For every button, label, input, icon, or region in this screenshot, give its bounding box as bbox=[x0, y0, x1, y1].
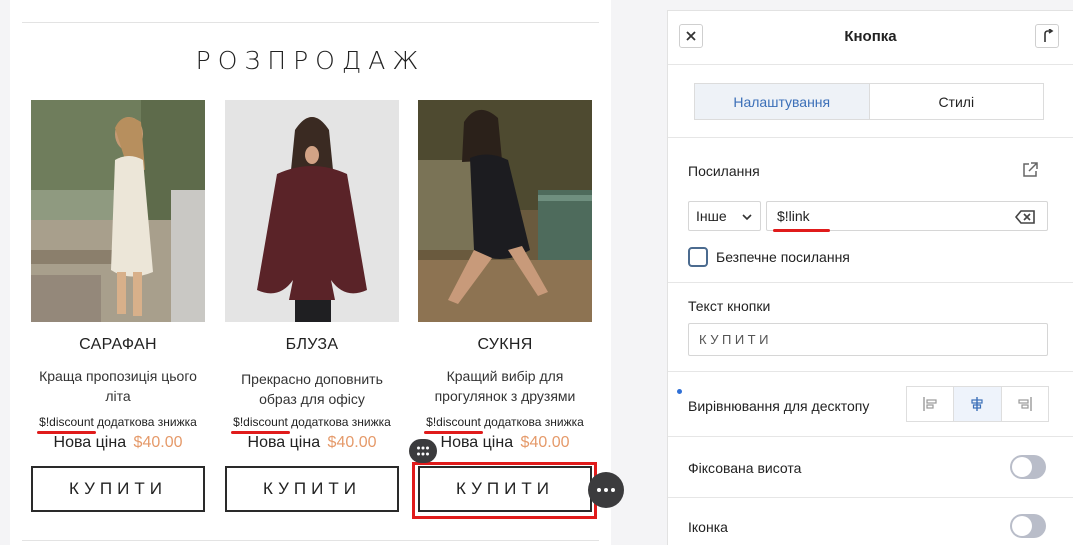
secure-link-label: Безпечне посилання bbox=[716, 249, 850, 265]
buy-button[interactable]: КУПИТИ bbox=[225, 466, 399, 512]
divider bbox=[22, 22, 599, 23]
price-line: Нова ціна $40.00 bbox=[225, 434, 399, 452]
product-photo-sarafan[interactable] bbox=[31, 100, 205, 322]
discount-line: $!discount додаткова знижка bbox=[31, 415, 205, 434]
product-name: СУКНЯ bbox=[477, 336, 533, 353]
price-line: Нова ціна $40.00 bbox=[418, 434, 592, 452]
link-label: Посилання bbox=[688, 163, 760, 179]
tab-settings[interactable]: Налаштування bbox=[695, 84, 870, 119]
drag-grip-icon[interactable] bbox=[409, 439, 437, 463]
description-line: прогулянок з друзями bbox=[434, 388, 576, 404]
button-settings-panel: Кнопка Налаштування Стилі Посилання Інше… bbox=[667, 10, 1073, 545]
product-card-bluza: БЛУЗА Прекрасно доповнить образ для офіс… bbox=[225, 100, 399, 512]
button-text-input[interactable]: КУПИТИ bbox=[688, 323, 1048, 356]
secure-link-checkbox[interactable] bbox=[688, 247, 708, 267]
icon-label: Іконка bbox=[688, 519, 728, 535]
link-value: $!link bbox=[773, 208, 830, 232]
product-description: Кращий вибір для прогулянок з друзями bbox=[418, 366, 592, 406]
description-line: Прекрасно доповнить bbox=[241, 371, 383, 387]
description-line: образ для офісу bbox=[259, 391, 365, 407]
more-icon[interactable] bbox=[588, 472, 624, 508]
external-link-icon[interactable] bbox=[1021, 161, 1039, 184]
discount-variable: $!discount bbox=[424, 415, 483, 434]
link-type-value: Інше bbox=[696, 208, 727, 224]
price-value: $40.00 bbox=[520, 434, 570, 451]
align-left-icon[interactable] bbox=[907, 387, 955, 421]
divider bbox=[668, 282, 1073, 283]
description-line: літа bbox=[105, 388, 131, 404]
product-description: Прекрасно доповнить образ для офісу bbox=[225, 369, 399, 409]
buy-button-selected[interactable]: КУПИТИ bbox=[418, 466, 592, 512]
changed-indicator bbox=[677, 389, 682, 394]
description-line: Кращий вибір для bbox=[446, 368, 564, 384]
section-title: РОЗПРОДАЖ bbox=[195, 46, 426, 75]
backspace-icon[interactable] bbox=[1014, 210, 1035, 227]
alignment-label: Вирівнювання для десктопу bbox=[688, 398, 870, 414]
product-name: БЛУЗА bbox=[285, 336, 339, 353]
product-description: Краща пропозиція цього літа bbox=[31, 366, 205, 406]
discount-text: додаткова знижка bbox=[480, 415, 584, 429]
alignment-buttons bbox=[906, 386, 1049, 422]
discount-variable: $!discount bbox=[37, 415, 96, 434]
icon-toggle[interactable] bbox=[1010, 514, 1046, 538]
price-label: Нова ціна bbox=[440, 434, 514, 451]
fixed-height-label: Фіксована висота bbox=[688, 460, 802, 476]
fixed-height-toggle[interactable] bbox=[1010, 455, 1046, 479]
product-photo-suknya[interactable] bbox=[418, 100, 592, 322]
discount-text: додаткова знижка bbox=[93, 415, 197, 429]
settings-tabs: Налаштування Стилі bbox=[694, 83, 1044, 120]
tab-styles[interactable]: Стилі bbox=[870, 84, 1044, 119]
divider bbox=[22, 540, 599, 541]
product-photo-bluza[interactable] bbox=[225, 100, 399, 322]
panel-title: Кнопка bbox=[844, 28, 897, 45]
button-text-label: Текст кнопки bbox=[688, 298, 771, 314]
discount-text: додаткова знижка bbox=[287, 415, 391, 429]
undock-icon[interactable] bbox=[1035, 24, 1059, 48]
price-value: $40.00 bbox=[133, 434, 183, 451]
divider bbox=[668, 371, 1073, 372]
product-card-sarafan: САРАФАН Краща пропозиція цього літа $!di… bbox=[31, 100, 205, 512]
product-card-suknya: СУКНЯ Кращий вибір для прогулянок з друз… bbox=[418, 100, 592, 512]
divider bbox=[668, 497, 1073, 498]
price-label: Нова ціна bbox=[247, 434, 321, 451]
link-input[interactable]: $!link bbox=[766, 201, 1048, 232]
divider bbox=[668, 436, 1073, 437]
price-value: $40.00 bbox=[327, 434, 377, 451]
align-right-icon[interactable] bbox=[1002, 387, 1048, 421]
email-canvas: РОЗПРОДАЖ САРАФАН Краща пропозиція цього bbox=[10, 0, 611, 545]
divider bbox=[668, 137, 1073, 138]
description-line: Краща пропозиція цього bbox=[39, 368, 197, 384]
product-name: САРАФАН bbox=[79, 336, 157, 353]
buy-button[interactable]: КУПИТИ bbox=[31, 466, 205, 512]
discount-variable: $!discount bbox=[231, 415, 290, 434]
toggle-knob bbox=[1012, 516, 1032, 536]
chevron-down-icon bbox=[741, 210, 753, 226]
discount-line: $!discount додаткова знижка bbox=[225, 415, 399, 434]
price-label: Нова ціна bbox=[53, 434, 127, 451]
price-line: Нова ціна $40.00 bbox=[31, 434, 205, 452]
panel-header: Кнопка bbox=[668, 11, 1073, 65]
toggle-knob bbox=[1012, 457, 1032, 477]
link-type-select[interactable]: Інше bbox=[688, 201, 761, 231]
align-center-icon[interactable] bbox=[954, 387, 1002, 421]
discount-line: $!discount додаткова знижка bbox=[418, 415, 592, 434]
